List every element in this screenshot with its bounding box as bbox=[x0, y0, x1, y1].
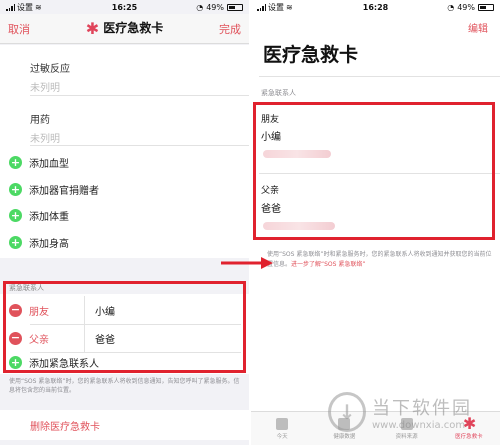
divider bbox=[30, 95, 249, 96]
contacts-section-header: 紧急联系人 bbox=[261, 89, 296, 97]
arrow-icon bbox=[221, 257, 273, 269]
delete-label: 删除医疗急救卡 bbox=[30, 421, 100, 433]
watermark-brand: 当下软件园 bbox=[372, 397, 472, 419]
cancel-button[interactable]: 取消 bbox=[8, 21, 30, 37]
sos-note: 使用“SOS 紧急联络”时和紧急服务时，您的紧急联系人将收到通知并获取您的当前位… bbox=[267, 250, 492, 270]
status-time: 16:28 bbox=[362, 2, 389, 12]
battery-icon bbox=[478, 3, 494, 11]
page-title-text: 医疗急救卡 bbox=[103, 21, 164, 35]
add-blood-type-row[interactable]: + 添加血型 bbox=[9, 150, 249, 174]
watermark-url: www.downxia.com bbox=[372, 419, 466, 431]
right-screen: 设置 ≋ 16:28 ◔ 49% 编辑 医疗急救卡 紧急联系人 朋友 小编 父亲… bbox=[251, 0, 500, 445]
highlight-box bbox=[3, 281, 246, 373]
add-icon: + bbox=[9, 182, 22, 196]
tab-label: 医疗急救卡 bbox=[455, 433, 483, 440]
page-title: 医疗急救卡 bbox=[263, 44, 359, 66]
tab-label: 健康数据 bbox=[333, 433, 356, 440]
add-blood-type-label: 添加血型 bbox=[29, 158, 69, 170]
tab-label: 今天 bbox=[276, 433, 288, 440]
allergies-placeholder: 未列明 bbox=[30, 83, 60, 94]
medical-star-icon: ✱ bbox=[85, 19, 100, 38]
learn-more-link[interactable]: 进一步了解“SOS 紧急联络” bbox=[291, 261, 365, 268]
divider bbox=[259, 76, 500, 77]
watermark-text: 当下软件园 www.downxia.com bbox=[372, 394, 472, 431]
today-icon bbox=[276, 417, 289, 430]
status-time: 16:25 bbox=[111, 2, 138, 12]
allergies-label: 过敏反应 bbox=[30, 64, 70, 75]
divider bbox=[30, 145, 249, 146]
done-button[interactable]: 完成 bbox=[219, 21, 241, 37]
sos-footnote: 使用“SOS 紧急联络”时，您的紧急联系人将收到信息通知，告知您呼叫了紧急服务。… bbox=[9, 378, 240, 394]
battery-icon bbox=[227, 3, 243, 11]
edit-button[interactable]: 编辑 bbox=[468, 20, 488, 35]
medications-field[interactable]: 用药 未列明 bbox=[30, 111, 60, 145]
medications-placeholder: 未列明 bbox=[30, 134, 60, 145]
add-height-row[interactable]: + 添加身高 bbox=[9, 230, 249, 254]
page-title: ✱ 医疗急救卡 bbox=[0, 19, 249, 38]
add-organ-donor-row[interactable]: + 添加器官捐赠者 bbox=[9, 177, 249, 201]
tab-today[interactable]: 今天 bbox=[251, 412, 313, 445]
add-weight-label: 添加体重 bbox=[29, 211, 69, 223]
add-weight-row[interactable]: + 添加体重 bbox=[9, 203, 249, 227]
tab-label: 资料来源 bbox=[395, 433, 418, 440]
watermark: ↓ 当下软件园 www.downxia.com bbox=[328, 392, 472, 432]
status-bar: 设置 ≋ 16:25 ◔ 49% bbox=[0, 0, 249, 14]
nav-bar: 取消 ✱ 医疗急救卡 完成 bbox=[0, 14, 249, 44]
delete-medical-id-button[interactable]: 删除医疗急救卡 bbox=[0, 410, 249, 440]
add-icon: + bbox=[9, 235, 22, 249]
watermark-logo-icon: ↓ bbox=[328, 392, 366, 432]
add-organ-donor-label: 添加器官捐赠者 bbox=[29, 185, 99, 197]
highlight-box bbox=[253, 102, 495, 240]
allergies-field[interactable]: 过敏反应 未列明 bbox=[30, 60, 70, 94]
status-bar: 设置 ≋ 16:28 ◔ 49% bbox=[251, 0, 500, 14]
add-icon: + bbox=[9, 155, 22, 169]
add-icon: + bbox=[9, 208, 22, 222]
medications-label: 用药 bbox=[30, 115, 50, 126]
left-screen: 设置 ≋ 16:25 ◔ 49% 取消 ✱ 医疗急救卡 完成 过敏反应 未列明 用… bbox=[0, 0, 249, 445]
add-height-label: 添加身高 bbox=[29, 238, 69, 250]
